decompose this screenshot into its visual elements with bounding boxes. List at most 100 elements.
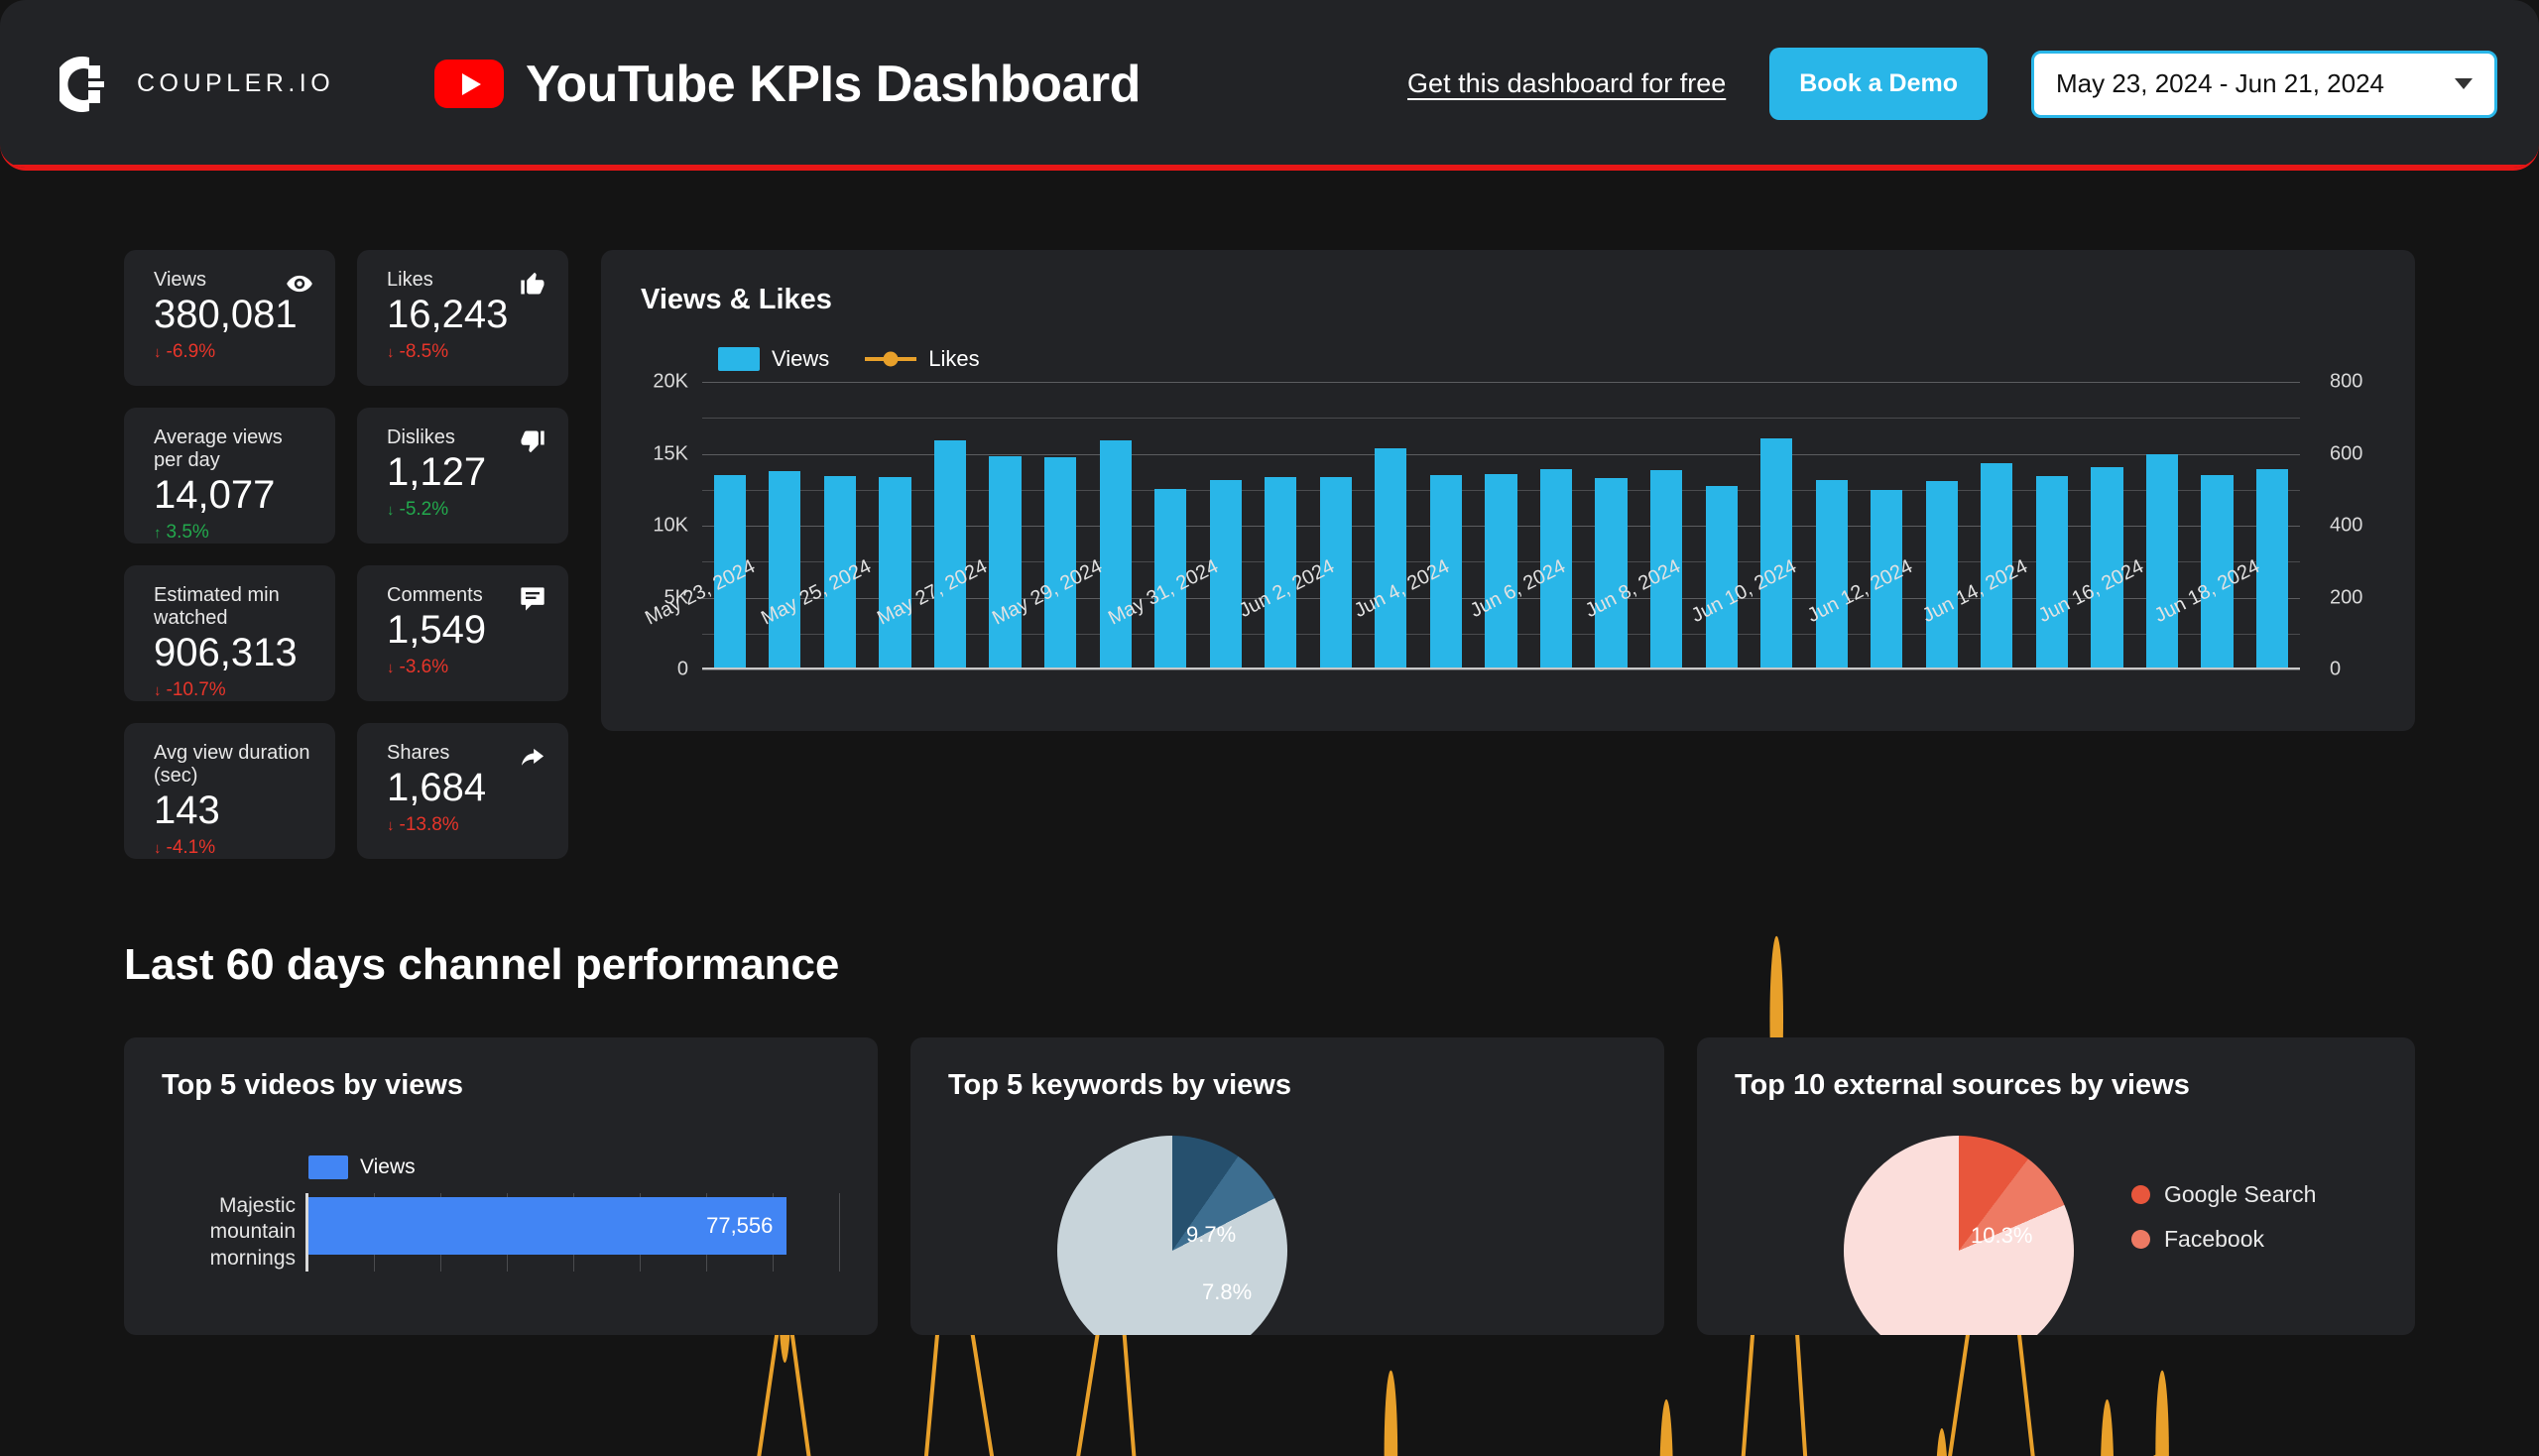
top-keywords-panel: Top 5 keywords by views 9.7% 7.8% — [910, 1037, 1664, 1335]
views-swatch-icon — [308, 1155, 348, 1179]
kpi-card-estimated-min-watched[interactable]: Estimated min watched 906,313 ↓ -10.7% — [124, 565, 335, 701]
kpi-card-dislikes[interactable]: Dislikes 1,127 ↓ -5.2% — [357, 408, 568, 544]
youtube-play-icon — [434, 60, 504, 108]
kpi-card-views[interactable]: Views 380,081 ↓ -6.9% — [124, 250, 335, 386]
kpi-label: Avg view duration (sec) — [154, 742, 310, 787]
legend-item-likes[interactable]: Likes — [865, 346, 980, 372]
top-videos-legend[interactable]: Views — [308, 1155, 840, 1179]
pie-slice-label: 10.3% — [1971, 1223, 2033, 1248]
legend-dot-icon — [2131, 1185, 2150, 1204]
arrow-down-icon: ↓ — [154, 681, 162, 699]
bar-fill: 77,556 — [308, 1197, 787, 1255]
kpi-delta-value: -13.8% — [399, 814, 459, 835]
sources-pie-chart[interactable] — [1844, 1136, 2074, 1335]
kpi-delta-value: -5.2% — [399, 499, 449, 520]
top-videos-bars: Majestic mountain mornings 77,556 — [162, 1193, 840, 1272]
coupler-brand[interactable]: COUPLER.IO — [54, 56, 387, 113]
x-axis-slot: Jun 10, 2024 — [1688, 549, 1819, 639]
kpi-grid: Views 380,081 ↓ -6.9% Likes 16,243 ↓ -8.5% Avera… — [124, 250, 568, 859]
x-axis-slot: Jun 6, 2024 — [1467, 549, 1588, 639]
y-axis-right-tick: 800 — [2330, 370, 2363, 393]
kpi-delta-value: -10.7% — [166, 679, 226, 700]
pie-slice-label: 9.7% — [1186, 1222, 1237, 1247]
page-title-part1: YouTube — [526, 55, 736, 113]
kpi-delta: ↓ -5.2% — [387, 499, 546, 521]
kpi-value: 1,549 — [387, 608, 487, 652]
legend-item-facebook[interactable]: Facebook — [2131, 1226, 2316, 1253]
date-range-picker[interactable]: May 23, 2024 - Jun 21, 2024 — [2031, 50, 2497, 118]
kpi-card-shares[interactable]: Shares 1,684 ↓ -13.8% — [357, 723, 568, 859]
kpi-card-likes[interactable]: Likes 16,243 ↓ -8.5% — [357, 250, 568, 386]
kpi-value: 906,313 — [154, 631, 298, 674]
x-axis-slot: May 31, 2024 — [1105, 549, 1241, 639]
x-axis-slot: Jun 12, 2024 — [1804, 549, 1935, 639]
y-axis-left-tick: 15K — [653, 442, 688, 464]
kpi-label: Average views per day — [154, 426, 283, 471]
kpi-card-average-views-per-day[interactable]: Average views per day 14,077 ↑ 3.5% — [124, 408, 335, 544]
kpi-delta-value: -6.9% — [166, 341, 216, 362]
x-axis-slot: Jun 4, 2024 — [1351, 549, 1472, 639]
arrow-down-icon: ↓ — [387, 816, 395, 834]
arrow-down-icon: ↓ — [387, 501, 395, 519]
kpi-value: 14,077 — [154, 473, 276, 517]
kpi-delta: ↓ -8.5% — [387, 341, 546, 363]
arrow-up-icon: ↑ — [154, 524, 162, 542]
x-axis-slot: Jun 14, 2024 — [1919, 549, 2050, 639]
chart-legend: Views Likes — [718, 346, 2375, 372]
get-dashboard-free-link[interactable]: Get this dashboard for free — [1407, 68, 1726, 99]
keywords-pie-chart[interactable] — [1057, 1136, 1287, 1335]
x-axis-baseline — [702, 667, 2300, 669]
y-axis-left-tick: 20K — [653, 370, 688, 393]
kpi-label: Estimated min watched — [154, 584, 280, 629]
kpi-delta-value: 3.5% — [166, 522, 209, 543]
kpi-delta: ↓ -6.9% — [154, 341, 313, 363]
coupler-wordmark: COUPLER.IO — [137, 69, 335, 97]
legend-label-views: Views — [772, 346, 830, 371]
pie-slice-label: 7.8% — [1202, 1279, 1253, 1304]
kpi-card-comments[interactable]: Comments 1,549 ↓ -3.6% — [357, 565, 568, 701]
share-arrow-icon — [519, 743, 546, 771]
likes-line-icon — [865, 357, 917, 361]
legend-label: Facebook — [2164, 1226, 2265, 1252]
kpi-card-avg-view-duration-sec[interactable]: Avg view duration (sec) 143 ↓ -4.1% — [124, 723, 335, 859]
arrow-down-icon: ↓ — [154, 839, 162, 857]
chevron-down-icon — [2455, 78, 2473, 89]
kpi-value: 380,081 — [154, 293, 298, 336]
top-keywords-title: Top 5 keywords by views — [948, 1069, 1291, 1101]
legend-label-likes: Likes — [928, 346, 980, 371]
arrow-down-icon: ↓ — [154, 343, 162, 361]
dashboard-body: Views 380,081 ↓ -6.9% Likes 16,243 ↓ -8.5% Avera… — [0, 250, 2539, 1456]
kpi-delta: ↓ -4.1% — [154, 837, 313, 859]
chart-title: Views & Likes — [641, 284, 832, 315]
kpi-delta-value: -3.6% — [399, 657, 449, 677]
y-axis-right-tick: 400 — [2330, 514, 2363, 537]
top-sources-panel: Top 10 external sources by views 10.3% G… — [1697, 1037, 2415, 1335]
views-swatch-icon — [718, 347, 760, 371]
arrow-down-icon: ↓ — [387, 343, 395, 361]
thumbs-up-icon — [519, 270, 546, 298]
x-axis-slot: Jun 8, 2024 — [1582, 549, 1703, 639]
top-videos-category-labels: Majestic mountain mornings — [162, 1193, 305, 1272]
legend-item-views[interactable]: Views — [718, 346, 829, 372]
x-axis-slot — [2282, 549, 2340, 639]
bar-value-label: 77,556 — [706, 1213, 774, 1238]
dashboard-title-block: YouTube KPIs Dashboard — [434, 55, 1141, 114]
kpi-delta: ↑ 3.5% — [154, 522, 313, 544]
sources-pie-area: 10.3% Google Search Facebook — [1735, 1136, 2377, 1335]
coupler-logo-icon — [54, 56, 117, 113]
legend-label: Google Search — [2164, 1181, 2317, 1207]
top-videos-panel: Top 5 videos by views Views Majestic mou… — [124, 1037, 878, 1335]
x-axis-slot: Jun 16, 2024 — [2035, 549, 2166, 639]
kpi-delta-value: -4.1% — [166, 837, 216, 858]
table-row[interactable]: 77,556 — [308, 1193, 840, 1259]
category-label: Majestic mountain mornings — [209, 1194, 296, 1270]
legend-item-google-search[interactable]: Google Search — [2131, 1181, 2316, 1208]
page-title: YouTube KPIs Dashboard — [526, 55, 1141, 114]
app-header: COUPLER.IO YouTube KPIs Dashboard Get thi… — [0, 0, 2539, 171]
kpi-value: 1,127 — [387, 450, 487, 494]
bottom-panels: Top 5 videos by views Views Majestic mou… — [124, 1037, 2415, 1335]
legend-label-views: Views — [360, 1155, 416, 1178]
top-videos-title: Top 5 videos by views — [162, 1069, 464, 1101]
book-a-demo-button[interactable]: Book a Demo — [1769, 48, 1988, 120]
y-axis-right-tick: 600 — [2330, 442, 2363, 464]
